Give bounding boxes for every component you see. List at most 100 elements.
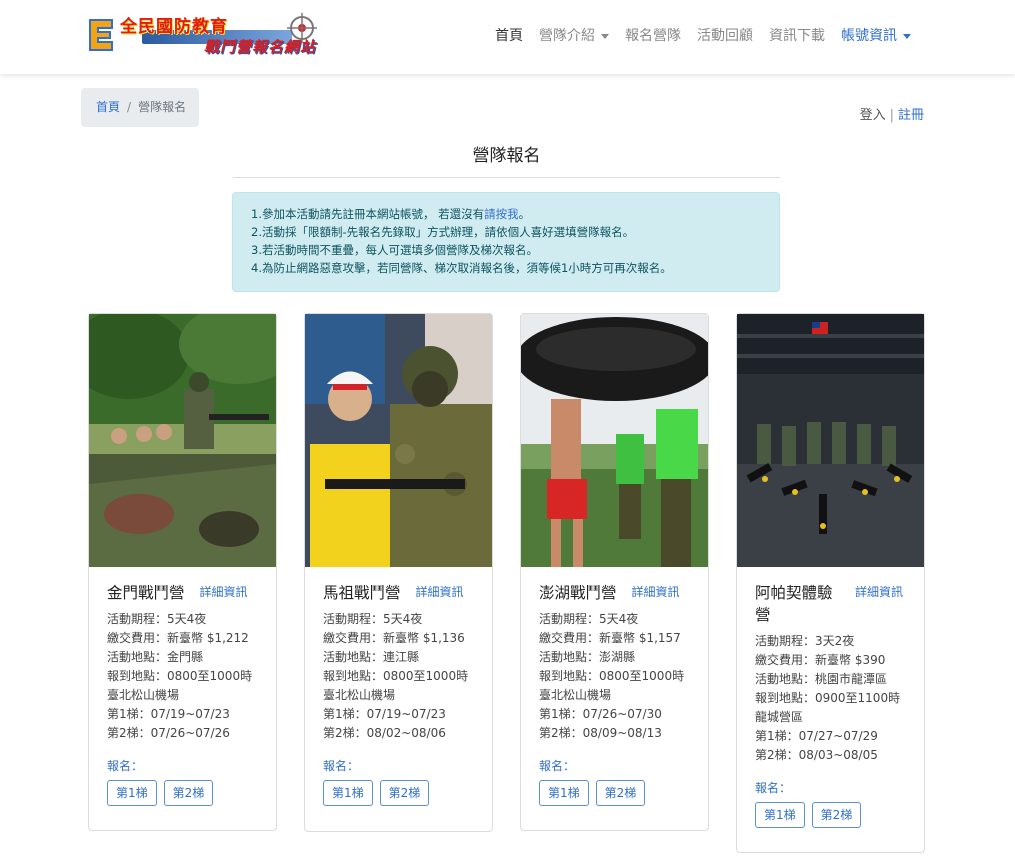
notice-line-3: 3.若活動時間不重疊，每人可選填多個營隊及梯次報名。 [251,243,538,257]
site-logo[interactable]: 全民國防教育 戰鬥營報名網站 [86,12,321,64]
camp-card-penghu: 澎湖戰鬥營 詳細資訊 活動期程：5天4夜 繳交費用：新臺幣 $1,157 活動地… [520,313,709,831]
session-2-button[interactable]: 第2梯 [163,780,214,806]
nav-review[interactable]: 活動回顧 [697,25,753,45]
camp-checkin: 報到地點：0800至1000時 [107,669,253,683]
session-1-button[interactable]: 第1梯 [107,780,157,806]
nav-downloads[interactable]: 資訊下載 [769,25,825,45]
nav-camp-intro-label: 營隊介紹 [539,28,595,44]
camp-duration: 活動期程：5天4夜 [323,612,423,626]
logo-title: 全民國防教育 [120,17,228,37]
nav-camp-intro[interactable]: 營隊介紹 [539,25,609,45]
session-2-button[interactable]: 第2梯 [811,802,862,828]
session-1-button[interactable]: 第1梯 [539,780,589,806]
title-divider [233,177,780,178]
camp-fee: 繳交費用：新臺幣 $1,136 [323,631,465,645]
camp-photo-penghu [521,314,708,567]
camp-checkin-place: 龍城營區 [755,710,804,724]
camp-checkin-place: 臺北松山機場 [539,688,612,702]
chevron-down-icon [903,33,911,39]
camp-fee: 繳交費用：新臺幣 $1,212 [107,631,249,645]
nav-home[interactable]: 首頁 [495,25,523,45]
register-label: 報名： [323,759,360,773]
register-label: 報名： [107,759,144,773]
camp-name: 阿帕契體驗營 [755,584,833,624]
camp-session-2: 第2梯：08/03~08/05 [755,748,878,762]
camp-photo-matsu [305,314,492,567]
details-link[interactable]: 詳細資訊 [200,582,248,602]
navbar: 全民國防教育 戰鬥營報名網站 首頁 營隊介紹 報名營隊 活動回顧 資訊下載 帳號… [0,0,1015,74]
details-link[interactable]: 詳細資訊 [855,582,905,602]
camp-checkin: 報到地點：0800至1000時 [539,669,685,683]
camp-name: 金門戰鬥營 [107,584,185,602]
session-1-button[interactable]: 第1梯 [755,802,805,828]
nav-account-label: 帳號資訊 [841,28,897,44]
camp-info: 活動期程：5天4夜 繳交費用：新臺幣 $1,212 活動地點：金門縣 報到地點：… [107,610,267,743]
camp-checkin: 報到地點：0800至1000時 [323,669,469,683]
camp-location: 活動地點：桃園市龍潭區 [755,672,888,686]
camp-info: 活動期程：3天2夜 繳交費用：新臺幣 $390 活動地點：桃園市龍潭區 報到地點… [755,632,915,765]
register-label: 報名： [755,781,792,795]
camp-name: 澎湖戰鬥營 [539,584,617,602]
session-buttons: 第1梯 第2梯 [107,780,267,806]
breadcrumb-home[interactable]: 首頁 [96,100,120,114]
register-link[interactable]: 註冊 [898,108,924,123]
camp-card-body: 馬祖戰鬥營 詳細資訊 活動期程：5天4夜 繳交費用：新臺幣 $1,136 活動地… [323,582,483,806]
notice-box: 1.參加本活動請先註冊本網站帳號， 若還沒有請按我。 2.活動採「限額制-先報名… [232,192,780,292]
crosshair-icon [287,13,317,43]
main-menu: 首頁 營隊介紹 報名營隊 活動回顧 資訊下載 帳號資訊 [495,25,927,45]
session-2-button[interactable]: 第2梯 [379,780,430,806]
camp-card-body: 金門戰鬥營 詳細資訊 活動期程：5天4夜 繳交費用：新臺幣 $1,212 活動地… [107,582,267,806]
details-link[interactable]: 詳細資訊 [632,582,680,602]
camp-checkin: 報到地點：0900至1100時 [755,691,901,705]
session-2-button[interactable]: 第2梯 [595,780,646,806]
camp-fee: 繳交費用：新臺幣 $390 [755,653,886,667]
camp-duration: 活動期程：3天2夜 [755,634,855,648]
page-title: 營隊報名 [472,146,541,166]
camp-location: 活動地點：澎湖縣 [539,650,636,664]
notice-line-4: 4.為防止網路惡意攻擊，若同營隊、梯次取消報名後，須等候1小時方可再次報名。 [251,261,672,275]
chevron-down-icon [601,33,609,39]
camp-card-apache: 阿帕契體驗營 詳細資訊 活動期程：3天2夜 繳交費用：新臺幣 $390 活動地點… [736,313,925,853]
signup-here-link[interactable]: 請按我 [484,207,519,221]
camp-session-1: 第1梯：07/19~07/23 [323,707,446,721]
camp-info: 活動期程：5天4夜 繳交費用：新臺幣 $1,136 活動地點：連江縣 報到地點：… [323,610,483,743]
camp-card-header: 阿帕契體驗營 詳細資訊 [755,582,915,626]
camp-fee: 繳交費用：新臺幣 $1,157 [539,631,681,645]
camp-duration: 活動期程：5天4夜 [539,612,639,626]
breadcrumb: 首頁 / 營隊報名 [81,88,199,127]
camp-checkin-place: 臺北松山機場 [323,688,396,702]
camp-card-header: 澎湖戰鬥營 詳細資訊 [539,582,699,604]
register-label: 報名： [539,759,576,773]
camp-checkin-place: 臺北松山機場 [107,688,180,702]
breadcrumb-current: 營隊報名 [138,100,187,114]
session-buttons: 第1梯 第2梯 [323,780,483,806]
camp-photo-kinmen [89,314,276,567]
auth-links: 登入 | 註冊 [860,104,924,123]
camp-card-matsu: 馬祖戰鬥營 詳細資訊 活動期程：5天4夜 繳交費用：新臺幣 $1,136 活動地… [304,313,493,832]
camp-session-1: 第1梯：07/27~07/29 [755,729,878,743]
nav-register[interactable]: 報名營隊 [625,25,681,45]
breadcrumb-separator: / [127,100,132,114]
notice-line-2: 2.活動採「限額制-先報名先錄取」方式辦理，請依個人喜好選填營隊報名。 [251,225,635,239]
logo-badge-icon [89,19,113,51]
camp-session-2: 第2梯：08/02~08/06 [323,726,446,740]
camp-session-2: 第2梯：08/09~08/13 [539,726,662,740]
camp-card-body: 澎湖戰鬥營 詳細資訊 活動期程：5天4夜 繳交費用：新臺幣 $1,157 活動地… [539,582,699,806]
session-1-button[interactable]: 第1梯 [323,780,373,806]
camp-location: 活動地點：連江縣 [323,650,420,664]
auth-divider: | [889,108,894,123]
camp-session-1: 第1梯：07/19~07/23 [107,707,230,721]
notice-line-1-end: 。 [518,207,531,221]
notice-line-1-text: 1.參加本活動請先註冊本網站帳號， 若還沒有 [251,207,485,221]
login-link[interactable]: 登入 [860,108,886,123]
details-link[interactable]: 詳細資訊 [416,582,464,602]
camp-info: 活動期程：5天4夜 繳交費用：新臺幣 $1,157 活動地點：澎湖縣 報到地點：… [539,610,699,743]
nav-account[interactable]: 帳號資訊 [841,25,911,45]
camp-card-header: 金門戰鬥營 詳細資訊 [107,582,267,604]
camp-card-kinmen: 金門戰鬥營 詳細資訊 活動期程：5天4夜 繳交費用：新臺幣 $1,212 活動地… [88,313,277,831]
camp-session-2: 第2梯：07/26~07/26 [107,726,230,740]
camp-location: 活動地點：金門縣 [107,650,204,664]
camp-card-body: 阿帕契體驗營 詳細資訊 活動期程：3天2夜 繳交費用：新臺幣 $390 活動地點… [755,582,915,828]
camp-name: 馬祖戰鬥營 [323,584,401,602]
notice-line-1: 1.參加本活動請先註冊本網站帳號， 若還沒有請按我。 [251,205,761,223]
